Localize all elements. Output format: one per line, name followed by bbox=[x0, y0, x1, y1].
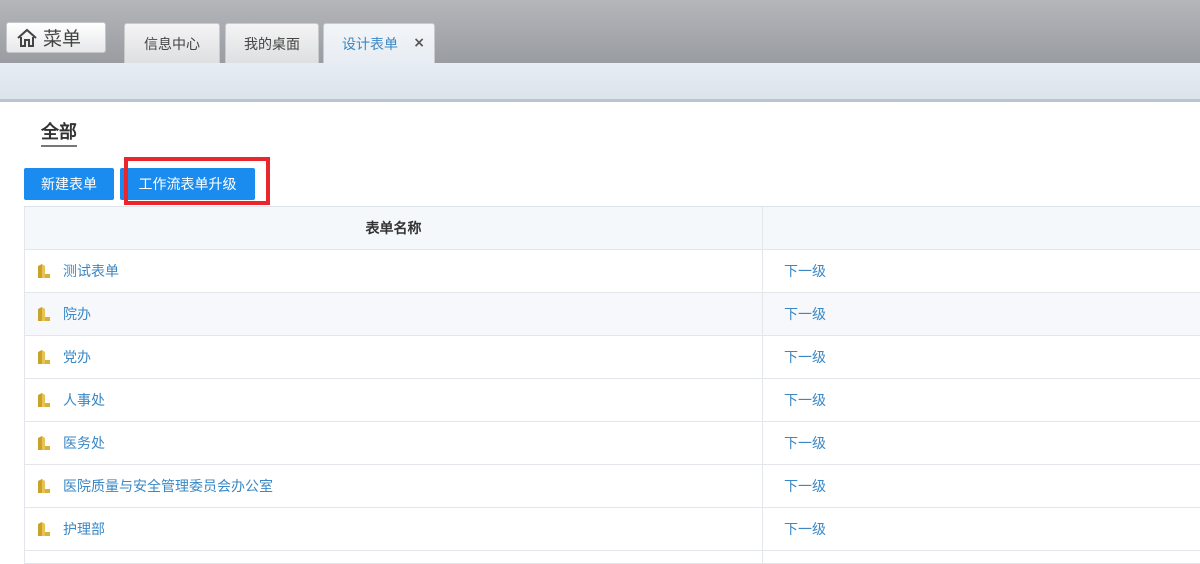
next-level-link[interactable]: 下一级 bbox=[784, 293, 826, 335]
tab-label: 我的桌面 bbox=[244, 36, 300, 53]
tab-label: 设计表单 bbox=[342, 36, 398, 53]
table-row: 测试表单 下一级 bbox=[24, 250, 1200, 293]
column-divider bbox=[762, 250, 763, 292]
column-header-form-name: 表单名称 bbox=[365, 221, 422, 237]
next-level-link[interactable]: 下一级 bbox=[784, 465, 826, 507]
column-divider bbox=[762, 293, 763, 335]
home-icon bbox=[17, 28, 37, 47]
table-row-partial bbox=[24, 551, 1200, 564]
column-divider bbox=[762, 336, 763, 378]
column-divider bbox=[762, 465, 763, 507]
form-name-link[interactable]: 护理部 bbox=[63, 508, 105, 550]
table-row: 人事处 下一级 bbox=[24, 379, 1200, 422]
tab-design-form[interactable]: 设计表单 × bbox=[323, 23, 435, 63]
table-row: 护理部 下一级 bbox=[24, 508, 1200, 551]
folder-icon bbox=[38, 479, 50, 493]
next-level-link[interactable]: 下一级 bbox=[784, 336, 826, 378]
folder-icon bbox=[38, 350, 50, 364]
next-level-link[interactable]: 下一级 bbox=[784, 422, 826, 464]
column-divider bbox=[762, 508, 763, 550]
menu-label: 菜单 bbox=[43, 28, 82, 50]
form-name-link[interactable]: 医务处 bbox=[63, 422, 105, 464]
column-divider bbox=[762, 207, 763, 249]
form-name-link[interactable]: 医院质量与安全管理委员会办公室 bbox=[63, 465, 273, 507]
folder-icon bbox=[38, 264, 50, 278]
tab-my-desktop[interactable]: 我的桌面 bbox=[225, 23, 319, 63]
close-icon[interactable]: × bbox=[413, 35, 425, 51]
top-bar: 菜单 信息中心 我的桌面 设计表单 × bbox=[0, 0, 1200, 63]
table-row: 院办 下一级 bbox=[24, 293, 1200, 336]
table-header-row: 表单名称 bbox=[24, 207, 1200, 250]
form-name-link[interactable]: 人事处 bbox=[63, 379, 105, 421]
page-title: 全部 bbox=[41, 122, 77, 147]
column-divider bbox=[762, 422, 763, 464]
folder-icon bbox=[38, 522, 50, 536]
tab-info-center[interactable]: 信息中心 bbox=[124, 23, 220, 63]
column-divider bbox=[762, 379, 763, 421]
next-level-link[interactable]: 下一级 bbox=[784, 250, 826, 292]
table-row: 党办 下一级 bbox=[24, 336, 1200, 379]
form-name-link[interactable]: 院办 bbox=[63, 293, 91, 335]
folder-icon bbox=[38, 393, 50, 407]
folder-icon bbox=[38, 307, 50, 321]
column-divider bbox=[762, 551, 763, 563]
table-row: 医院质量与安全管理委员会办公室 下一级 bbox=[24, 465, 1200, 508]
highlight-box bbox=[124, 157, 270, 205]
form-name-link[interactable]: 测试表单 bbox=[63, 250, 119, 292]
menu-button[interactable]: 菜单 bbox=[6, 22, 106, 53]
table-row: 医务处 下一级 bbox=[24, 422, 1200, 465]
sub-toolbar bbox=[0, 63, 1200, 102]
tab-label: 信息中心 bbox=[144, 36, 200, 53]
next-level-link[interactable]: 下一级 bbox=[784, 379, 826, 421]
folder-icon bbox=[38, 436, 50, 450]
next-level-link[interactable]: 下一级 bbox=[784, 508, 826, 550]
form-table: 表单名称 测试表单 下一级 院办 下一级 党办 下一级 人事处 下一级 医务处 … bbox=[24, 206, 1200, 564]
form-name-link[interactable]: 党办 bbox=[63, 336, 91, 378]
new-form-button[interactable]: 新建表单 bbox=[24, 168, 114, 200]
